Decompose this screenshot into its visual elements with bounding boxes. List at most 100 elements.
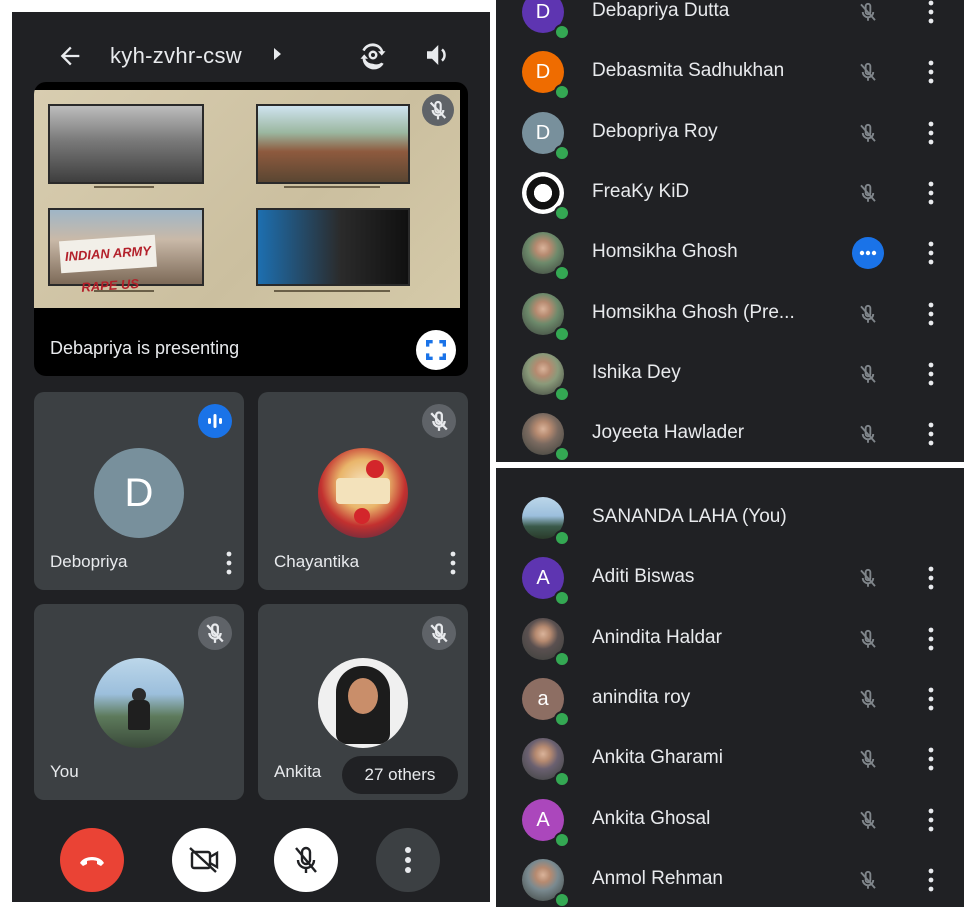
participant-row[interactable]: D Debopriya Roy bbox=[496, 103, 964, 163]
fullscreen-icon bbox=[426, 340, 446, 360]
presenting-label: Debapriya is presenting bbox=[50, 338, 240, 358]
online-indicator bbox=[554, 385, 570, 402]
participant-row[interactable]: D Debasmita Sadhukhan bbox=[496, 42, 964, 102]
mic-off-icon[interactable] bbox=[854, 119, 882, 147]
presenter-muted-badge bbox=[422, 94, 454, 126]
speaking-indicator bbox=[198, 404, 232, 438]
switch-camera-icon[interactable] bbox=[358, 40, 388, 70]
slide-caption bbox=[284, 186, 380, 188]
tile-name: Chayantika bbox=[274, 552, 360, 571]
more-options-button[interactable] bbox=[376, 828, 440, 892]
slide-photo: INDIAN ARMY RAPE US bbox=[48, 208, 204, 295]
participant-list[interactable]: SANANDA LAHA (You) A Aditi Biswas Anindita … bbox=[496, 468, 964, 907]
mic-off-icon[interactable] bbox=[854, 745, 882, 773]
mic-off-icon[interactable] bbox=[854, 866, 882, 894]
participant-row[interactable]: Ishika Dey bbox=[496, 344, 964, 404]
more-vert-icon[interactable] bbox=[926, 361, 936, 387]
mic-toggle-button[interactable] bbox=[274, 828, 338, 892]
participant-row[interactable]: FreaKy KiD bbox=[496, 163, 964, 223]
more-vert-icon[interactable] bbox=[926, 686, 936, 712]
more-vert-icon[interactable] bbox=[926, 59, 936, 85]
more-vert-icon[interactable] bbox=[926, 421, 936, 447]
online-indicator bbox=[554, 265, 570, 282]
more-vert-icon[interactable] bbox=[926, 240, 936, 266]
more-vert-icon[interactable] bbox=[926, 807, 936, 833]
mic-off-icon[interactable] bbox=[854, 179, 882, 207]
mic-off-icon[interactable] bbox=[854, 360, 882, 388]
mic-off-icon[interactable] bbox=[854, 0, 882, 26]
participant-row[interactable]: Joyeeta Hawlader bbox=[496, 404, 964, 462]
participant-name: anindita roy bbox=[592, 686, 691, 708]
participant-tile[interactable]: Chayantika bbox=[258, 392, 468, 590]
others-count-pill[interactable]: 27 others bbox=[342, 756, 458, 794]
more-vert-icon[interactable] bbox=[926, 867, 936, 893]
more-vert-icon[interactable] bbox=[926, 746, 936, 772]
more-vert-icon[interactable] bbox=[224, 550, 234, 576]
mic-off-icon[interactable] bbox=[854, 420, 882, 448]
call-end-icon bbox=[80, 857, 104, 866]
participant-name: Anmol Rehman bbox=[592, 867, 723, 889]
participant-tile[interactable]: D Debopriya bbox=[34, 392, 244, 590]
end-call-button[interactable] bbox=[60, 828, 124, 892]
tile-name: You bbox=[50, 762, 79, 781]
more-vert-icon[interactable] bbox=[926, 0, 936, 25]
caret-right-icon[interactable] bbox=[274, 48, 281, 60]
participant-name: Aditi Biswas bbox=[592, 566, 695, 588]
self-tile[interactable]: You bbox=[34, 604, 244, 800]
participant-row[interactable]: a anindita roy bbox=[496, 669, 964, 729]
participant-row[interactable]: D Debapriya Dutta bbox=[496, 0, 964, 42]
avatar bbox=[94, 658, 184, 748]
participant-name: Ankita Gharami bbox=[592, 747, 723, 769]
more-vert-icon[interactable] bbox=[926, 626, 936, 652]
videocam-off-icon bbox=[189, 847, 219, 873]
mic-off-icon bbox=[206, 623, 224, 643]
online-indicator bbox=[554, 831, 570, 848]
more-vert-icon[interactable] bbox=[926, 565, 936, 591]
audio-level-icon bbox=[208, 414, 222, 428]
slide-photo bbox=[256, 208, 410, 286]
online-indicator bbox=[554, 590, 570, 607]
presentation-stream[interactable]: INDIAN ARMY RAPE US Debapriya is present… bbox=[34, 82, 468, 376]
mic-off-icon[interactable] bbox=[854, 564, 882, 592]
slide-caption bbox=[274, 290, 390, 292]
mic-off-icon[interactable] bbox=[854, 58, 882, 86]
back-arrow-icon[interactable] bbox=[56, 42, 84, 70]
participant-row[interactable]: Homsikha Ghosh (Pre... bbox=[496, 284, 964, 344]
participant-row[interactable]: Ankita Gharami bbox=[496, 729, 964, 789]
participant-name: FreaKy KiD bbox=[592, 180, 690, 202]
muted-badge bbox=[422, 404, 456, 438]
tile-name: Ankita bbox=[274, 762, 322, 781]
participant-list[interactable]: D Debapriya Dutta D Debasmita Sadhukhan D Deb… bbox=[496, 0, 964, 462]
online-indicator bbox=[554, 891, 570, 907]
participant-name: Debapriya Dutta bbox=[592, 0, 730, 21]
fullscreen-button[interactable] bbox=[416, 330, 456, 370]
avatar bbox=[318, 448, 408, 538]
participant-row[interactable]: Anindita Haldar bbox=[496, 609, 964, 669]
mic-off-icon bbox=[430, 623, 448, 643]
online-indicator bbox=[554, 84, 570, 101]
meeting-code[interactable]: kyh-zvhr-csw bbox=[110, 42, 242, 70]
participant-tile[interactable]: Ankita 27 others bbox=[258, 604, 468, 800]
mic-off-icon bbox=[429, 100, 447, 120]
call-view: kyh-zvhr-csw INDIAN ARMY RAPE US Debapri… bbox=[12, 12, 490, 902]
camera-toggle-button[interactable] bbox=[172, 828, 236, 892]
avatar bbox=[318, 658, 408, 748]
participant-row[interactable]: Anmol Rehman bbox=[496, 850, 964, 907]
participant-row[interactable]: SANANDA LAHA (You) bbox=[496, 488, 964, 548]
mic-off-icon bbox=[430, 411, 448, 431]
more-vert-icon[interactable] bbox=[448, 550, 458, 576]
more-vert-icon[interactable] bbox=[926, 180, 936, 206]
mic-off-icon[interactable] bbox=[854, 806, 882, 834]
speaker-icon[interactable] bbox=[422, 40, 452, 70]
mic-off-icon[interactable] bbox=[854, 685, 882, 713]
participant-name: Anindita Haldar bbox=[592, 626, 722, 648]
online-indicator bbox=[554, 710, 570, 727]
participant-row[interactable]: A Ankita Ghosal bbox=[496, 790, 964, 850]
participant-name: Ishika Dey bbox=[592, 361, 681, 383]
more-vert-icon[interactable] bbox=[926, 301, 936, 327]
participant-row[interactable]: A Aditi Biswas bbox=[496, 548, 964, 608]
mic-off-icon[interactable] bbox=[854, 300, 882, 328]
participant-row[interactable]: Homsikha Ghosh bbox=[496, 223, 964, 283]
more-vert-icon[interactable] bbox=[926, 120, 936, 146]
mic-off-icon[interactable] bbox=[854, 625, 882, 653]
